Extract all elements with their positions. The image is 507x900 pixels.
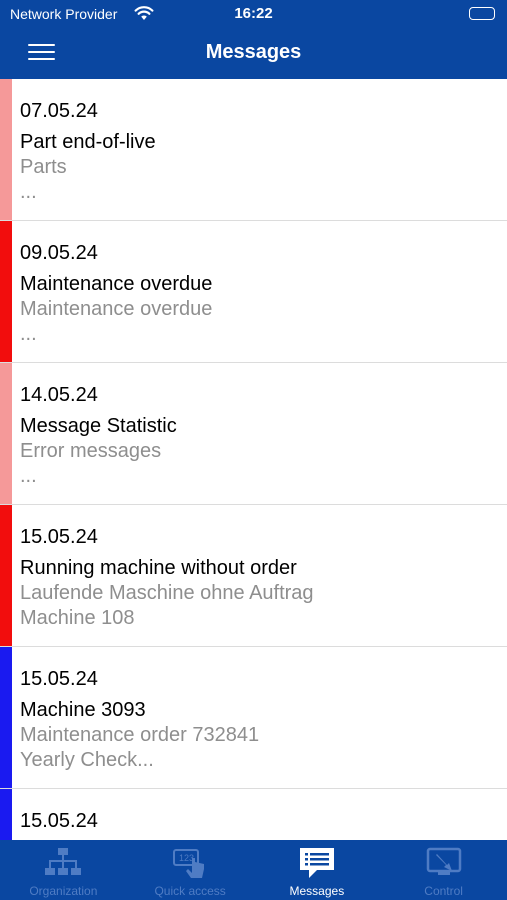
- message-subject: Maintenance overdue: [20, 273, 213, 295]
- tab-messages[interactable]: Messages: [254, 840, 381, 900]
- priority-stripe: [0, 505, 12, 646]
- message-subject: Message Statistic: [20, 415, 177, 437]
- message-detail: Yearly Check...: [20, 749, 154, 771]
- message-list-icon: [297, 845, 337, 881]
- message-category: Parts: [20, 156, 67, 178]
- message-item[interactable]: 15.05.24: [0, 789, 507, 840]
- message-category: Maintenance order 732841: [20, 724, 260, 746]
- page-title: Messages: [205, 41, 302, 63]
- tab-label: Organization: [29, 884, 98, 898]
- priority-stripe: [0, 221, 12, 362]
- clock-time: 16:22: [234, 5, 273, 22]
- message-subject: Part end-of-live: [20, 131, 156, 153]
- message-detail: ...: [20, 323, 37, 345]
- status-bar: Network Provider 16:22: [0, 0, 507, 28]
- message-date: 14.05.24: [20, 384, 98, 406]
- priority-stripe: [0, 789, 12, 840]
- battery-icon: [469, 7, 495, 20]
- priority-stripe: [0, 79, 12, 220]
- priority-stripe: [0, 363, 12, 504]
- tab-label: Messages: [289, 884, 345, 898]
- tab-quick-access[interactable]: 123 Quick access: [127, 840, 254, 900]
- monitor-control-icon: [424, 845, 464, 881]
- message-date: 15.05.24: [20, 668, 98, 690]
- touch-keypad-icon: 123: [170, 845, 210, 881]
- tab-label: Quick access: [154, 884, 226, 898]
- message-subject: Running machine without order: [20, 557, 297, 579]
- priority-stripe: [0, 647, 12, 788]
- message-category: Maintenance overdue: [20, 298, 213, 320]
- tab-bar: Organization 123 Quick access Messages C…: [0, 840, 507, 900]
- message-date: 09.05.24: [20, 242, 98, 264]
- message-item[interactable]: 07.05.24 Part end-of-live Parts ...: [0, 79, 507, 221]
- message-category: Laufende Maschine ohne Auftrag: [20, 582, 314, 604]
- message-list[interactable]: 07.05.24 Part end-of-live Parts ... 09.0…: [0, 79, 507, 840]
- message-item[interactable]: 14.05.24 Message Statistic Error message…: [0, 363, 507, 505]
- message-category: Error messages: [20, 440, 162, 462]
- message-item[interactable]: 09.05.24 Maintenance overdue Maintenance…: [0, 221, 507, 363]
- message-date: 15.05.24: [20, 810, 98, 832]
- organization-chart-icon: [43, 845, 83, 881]
- message-detail: ...: [20, 465, 37, 487]
- message-item[interactable]: 15.05.24 Machine 3093 Maintenance order …: [0, 647, 507, 789]
- message-detail: ...: [20, 181, 37, 203]
- navigation-bar: Messages: [0, 28, 507, 79]
- message-detail: Machine 108: [20, 607, 135, 629]
- message-subject: Machine 3093: [20, 699, 146, 721]
- tab-control[interactable]: Control: [380, 840, 507, 900]
- message-date: 15.05.24: [20, 526, 98, 548]
- message-item[interactable]: 15.05.24 Running machine without order L…: [0, 505, 507, 647]
- message-date: 07.05.24: [20, 100, 98, 122]
- tab-label: Control: [424, 884, 463, 898]
- svg-text:123: 123: [179, 853, 194, 863]
- tab-organization[interactable]: Organization: [0, 840, 127, 900]
